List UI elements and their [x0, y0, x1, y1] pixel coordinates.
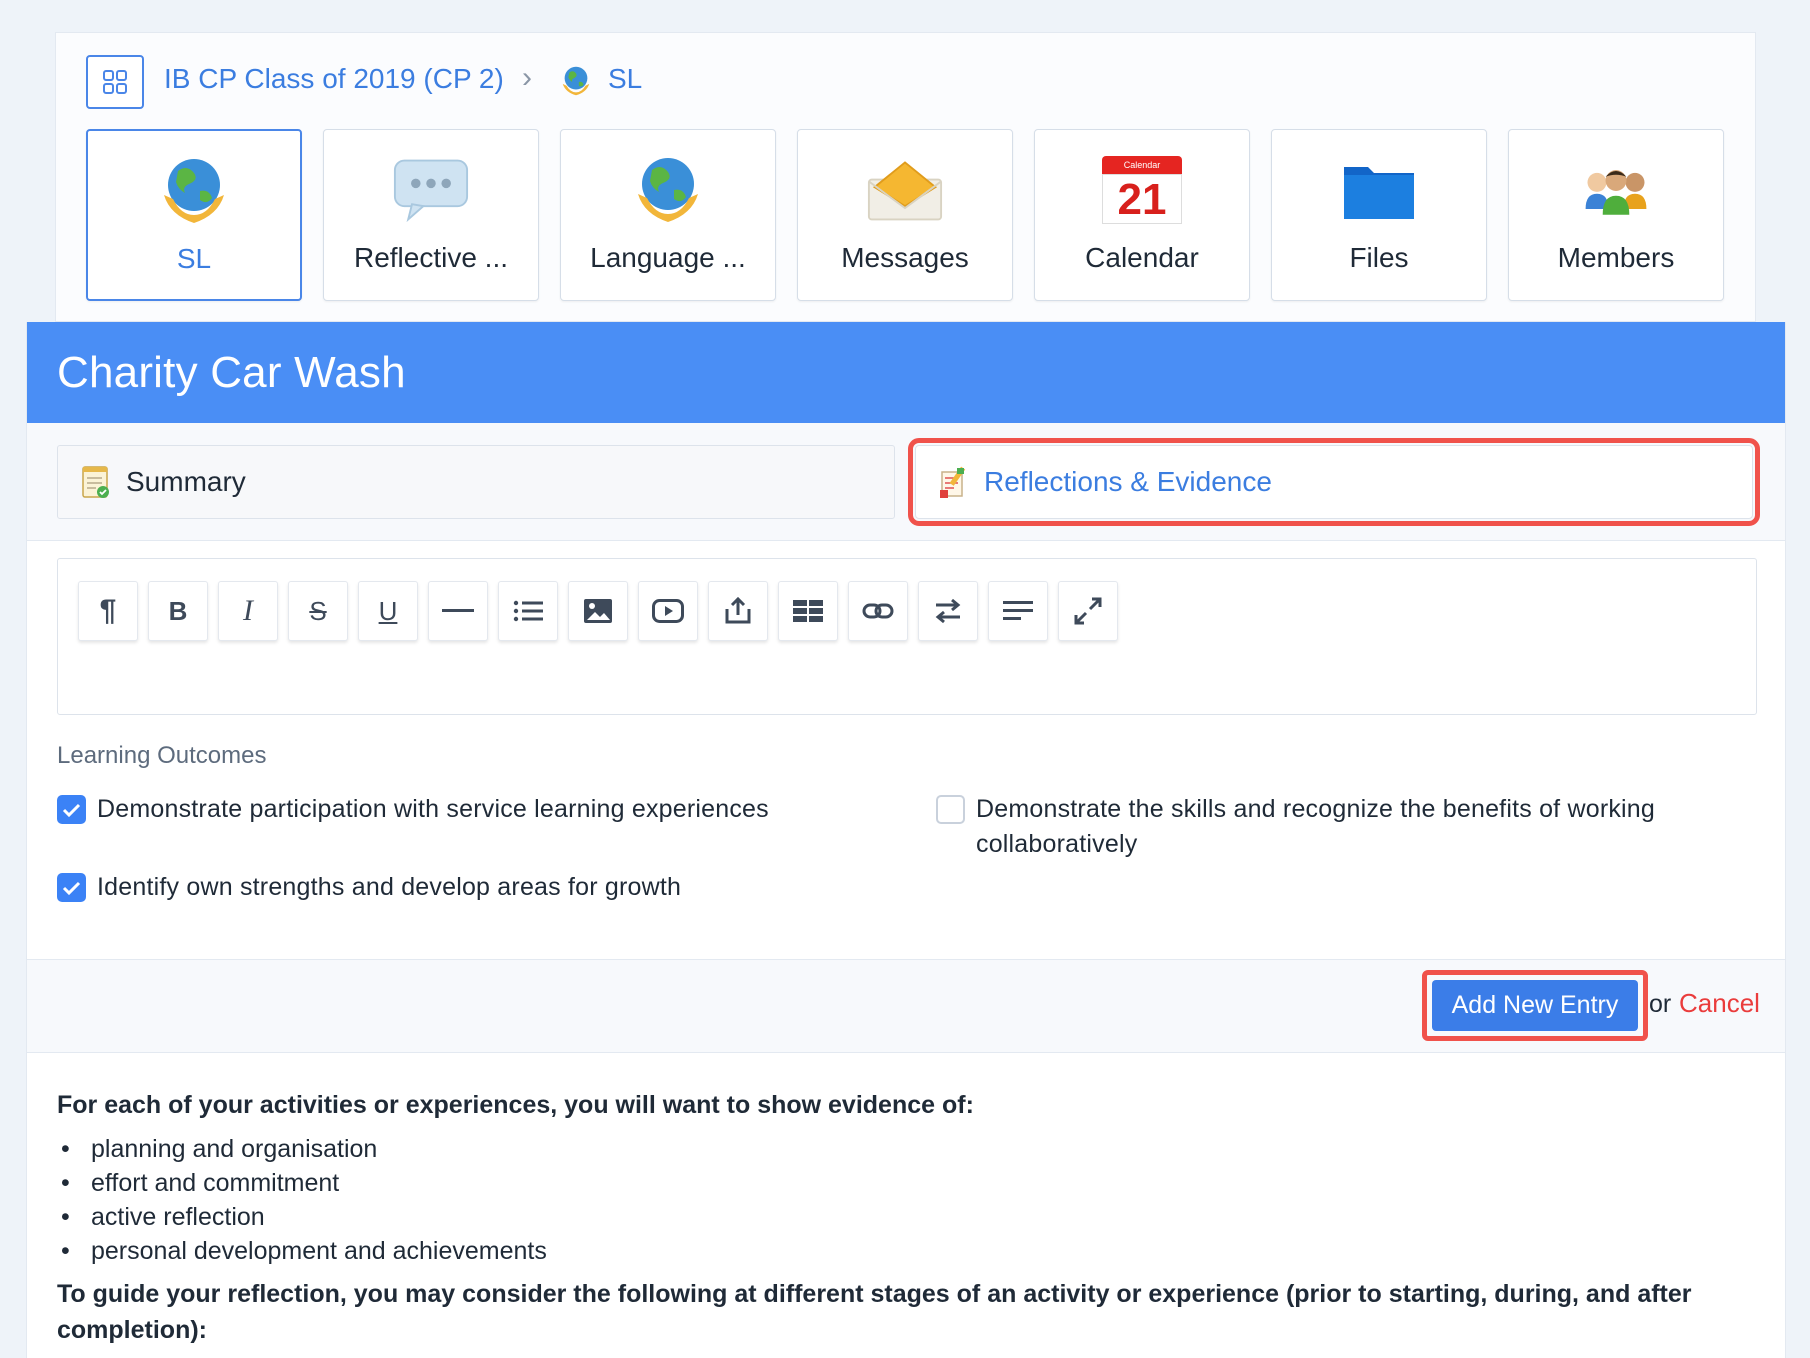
strikethrough-button[interactable]: S — [288, 581, 348, 641]
tab-reflections-label: Reflections & Evidence — [984, 466, 1272, 497]
outcome-checkbox-growth[interactable] — [57, 873, 86, 902]
checkmark-icon — [62, 881, 81, 896]
outcome-checkbox-collaboration[interactable] — [936, 795, 965, 824]
tool-language[interactable]: Language ... — [560, 129, 776, 301]
group-header-card: IB CP Class of 2019 (CP 2) › SL SL Refle… — [55, 32, 1756, 322]
tool-messages[interactable]: Messages — [797, 129, 1013, 301]
folder-icon — [1341, 152, 1417, 228]
video-icon — [652, 599, 684, 623]
video-button[interactable] — [638, 581, 698, 641]
rich-text-editor[interactable]: ¶ B I S U — [57, 558, 1757, 715]
list-button[interactable] — [498, 581, 558, 641]
notes-pencil-icon — [940, 466, 966, 498]
table-icon — [793, 600, 823, 622]
list-item: planning and organisation — [57, 1132, 1757, 1166]
grid-icon — [103, 70, 127, 94]
upload-icon — [725, 597, 751, 624]
fullscreen-button[interactable] — [1058, 581, 1118, 641]
learning-outcomes-heading: Learning Outcomes — [57, 742, 267, 769]
calendar-icon-day: 21 — [1102, 174, 1182, 224]
image-icon — [584, 599, 612, 623]
tab-summary-label: Summary — [126, 466, 246, 497]
activity-tabs: Summary Reflections & Evidence — [27, 423, 1785, 541]
tool-label: Reflective ... — [353, 242, 509, 273]
underline-button[interactable]: U — [358, 581, 418, 641]
list-item: personal development and achievements — [57, 1234, 1757, 1268]
tool-label: Messages — [841, 242, 969, 273]
italic-button[interactable]: I — [218, 581, 278, 641]
tab-summary[interactable]: Summary — [57, 445, 895, 519]
breadcrumb-group-link[interactable]: IB CP Class of 2019 (CP 2) — [164, 63, 504, 95]
paragraph-button[interactable]: ¶ — [78, 581, 138, 641]
underline-icon: U — [378, 595, 398, 626]
summary-icon — [82, 466, 109, 498]
list-item: effort and commitment — [57, 1166, 1757, 1200]
tool-sl[interactable]: SL — [86, 129, 302, 301]
list-item: active reflection — [57, 1200, 1757, 1234]
evidence-list: planning and organisation effort and com… — [57, 1132, 1757, 1268]
breadcrumb-chevron-icon: › — [522, 61, 532, 94]
tool-calendar[interactable]: Calendar 21 Calendar — [1034, 129, 1250, 301]
link-icon — [862, 603, 894, 619]
italic-icon: I — [243, 594, 253, 627]
guidance-intro: For each of your activities or experienc… — [57, 1091, 974, 1119]
add-new-entry-button[interactable]: Add New Entry — [1432, 980, 1638, 1031]
image-button[interactable] — [568, 581, 628, 641]
text-direction-button[interactable] — [918, 581, 978, 641]
outcome-checkbox-participation[interactable] — [57, 795, 86, 824]
expand-icon — [1074, 597, 1102, 625]
checkmark-icon — [62, 803, 81, 818]
outcome-label: Demonstrate participation with service l… — [97, 795, 769, 823]
activity-panel: Charity Car Wash Summary Reflections & E… — [26, 322, 1786, 1358]
tool-label: Members — [1557, 242, 1675, 273]
outcome-label: Identify own strengths and develop areas… — [97, 873, 682, 901]
globe-hands-icon — [156, 153, 232, 229]
list-icon — [513, 600, 543, 622]
bold-icon: B — [168, 595, 188, 626]
bold-button[interactable]: B — [148, 581, 208, 641]
tool-files[interactable]: Files — [1271, 129, 1487, 301]
align-button[interactable] — [988, 581, 1048, 641]
apps-grid-button[interactable] — [86, 55, 144, 109]
align-icon — [1003, 601, 1033, 620]
envelope-icon — [867, 152, 943, 228]
members-icon — [1578, 152, 1654, 228]
tool-label: Calendar — [1085, 242, 1199, 273]
tool-label: Files — [1349, 242, 1409, 273]
cancel-link[interactable]: Cancel — [1679, 988, 1760, 1019]
breadcrumb-current[interactable]: SL — [608, 63, 642, 95]
horizontal-rule-icon — [442, 609, 474, 612]
upload-button[interactable] — [708, 581, 768, 641]
tool-reflective[interactable]: Reflective ... — [323, 129, 539, 301]
form-actions-bar: Add New Entry or Cancel — [27, 959, 1785, 1053]
strikethrough-icon: S — [309, 595, 327, 626]
reflection-prompt: To guide your reflection, you may consid… — [57, 1280, 1692, 1344]
tool-label: Language ... — [590, 242, 746, 273]
add-entry-highlight: Add New Entry — [1422, 970, 1648, 1041]
activity-banner: Charity Car Wash — [27, 322, 1785, 423]
tab-reflections-evidence[interactable]: Reflections & Evidence — [908, 438, 1760, 526]
tool-members[interactable]: Members — [1508, 129, 1724, 301]
group-tools: SL Reflective ... Language ... Messages … — [86, 129, 1724, 301]
swap-arrows-icon — [935, 598, 961, 624]
or-text: or — [1649, 990, 1672, 1018]
editor-toolbar: ¶ B I S U — [78, 581, 1128, 641]
outcome-label: Demonstrate the skills and recognize the… — [976, 795, 1656, 858]
globe-hands-icon — [558, 63, 594, 104]
horizontal-rule-button[interactable] — [428, 581, 488, 641]
page-title: Charity Car Wash — [57, 348, 406, 397]
calendar-icon: Calendar 21 — [1102, 152, 1182, 228]
link-button[interactable] — [848, 581, 908, 641]
speech-bubble-icon — [393, 152, 469, 228]
table-button[interactable] — [778, 581, 838, 641]
paragraph-icon: ¶ — [99, 594, 117, 627]
calendar-icon-header: Calendar — [1102, 156, 1182, 174]
globe-hands-icon — [630, 152, 706, 228]
guidance-text: For each of your activities or experienc… — [57, 1088, 1757, 1348]
tool-label: SL — [176, 243, 212, 274]
